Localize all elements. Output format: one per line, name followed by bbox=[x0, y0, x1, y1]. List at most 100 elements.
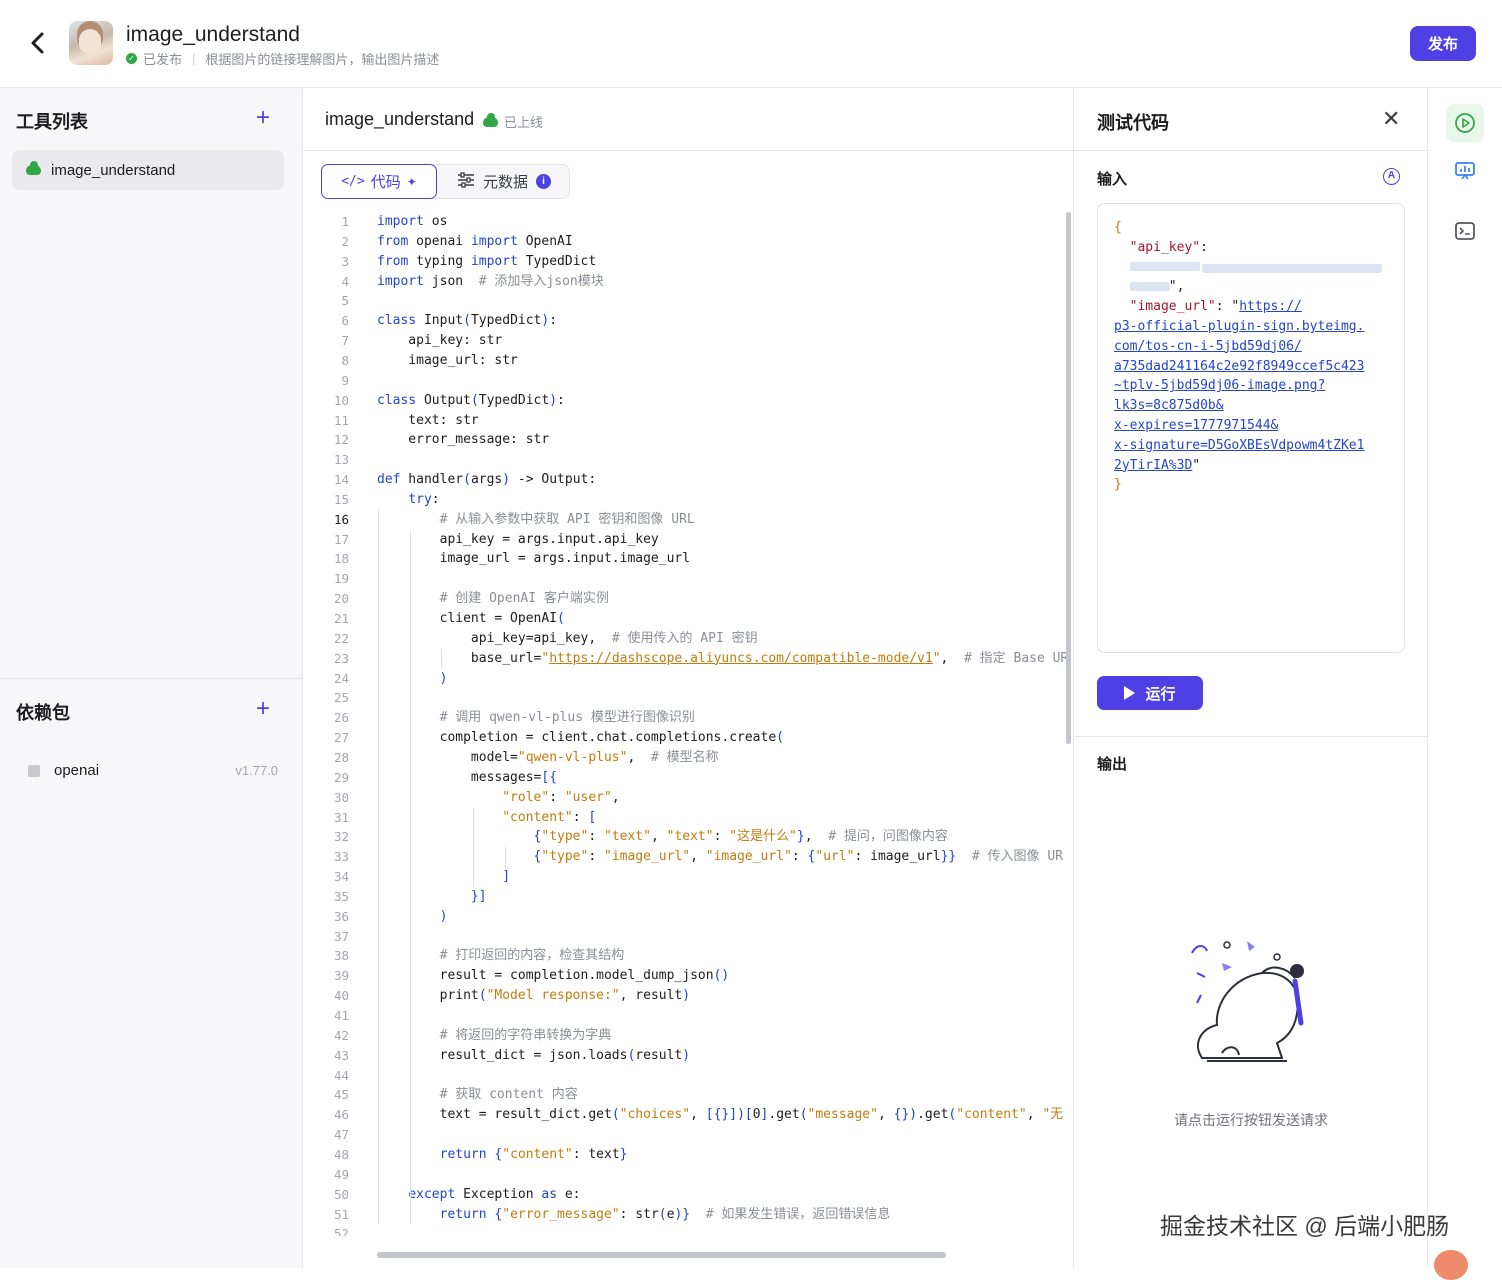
indent-guide bbox=[505, 847, 506, 868]
line-number: 28 bbox=[333, 749, 349, 765]
add-tool-plus-icon[interactable]: + bbox=[256, 106, 270, 130]
line-number: 45 bbox=[333, 1087, 349, 1103]
line-number: 15 bbox=[333, 491, 349, 507]
line-number: 1 bbox=[341, 214, 349, 229]
left-sidebar: 工具列表 + image_understand 依赖包 + openai v1.… bbox=[0, 88, 303, 1268]
code-line: model="qwen-vl-plus", # 模型名称 bbox=[377, 749, 719, 765]
line-number: 5 bbox=[341, 293, 349, 309]
back-arrow-icon[interactable] bbox=[26, 30, 50, 56]
json-line: x-expires=1777971544& bbox=[1114, 418, 1279, 433]
code-line: text = result_dict.get("choices", [{}])[… bbox=[377, 1107, 1064, 1123]
add-dependency-plus-icon[interactable]: + bbox=[256, 697, 270, 721]
line-number: 51 bbox=[333, 1206, 349, 1222]
close-icon[interactable]: ✕ bbox=[1382, 106, 1400, 132]
json-line: "api_key": bbox=[1129, 239, 1208, 255]
package-icon bbox=[28, 764, 40, 777]
code-line: # 从输入参数中获取 API 密钥和图像 URL bbox=[439, 511, 695, 527]
code-line: {"type": "image_url", "image_url": {"url… bbox=[533, 849, 1064, 865]
tool-item-image-understand[interactable]: image_understand bbox=[12, 150, 284, 190]
plugin-avatar bbox=[69, 21, 113, 65]
editor-header: image_understand 已上线 bbox=[303, 88, 1073, 151]
terminal-icon[interactable] bbox=[1446, 212, 1484, 250]
online-status-label: 已上线 bbox=[504, 115, 544, 130]
code-editor-panel: image_understand 已上线 </> 代码 ✦ 元数据 i 1 imp… bbox=[303, 88, 1073, 1268]
dependency-item-openai[interactable]: openai v1.77.0 bbox=[28, 762, 278, 779]
line-number: 32 bbox=[333, 829, 349, 845]
code-line: # 创建 OpenAI 客户端实例 bbox=[439, 591, 609, 607]
plugin-description: 根据图片的链接理解图片，输出图片描述 bbox=[205, 52, 440, 67]
top-header: image_understand ✓ 已发布 | 根据图片的链接理解图片，输出图… bbox=[0, 0, 1502, 88]
json-line: { bbox=[1114, 220, 1122, 235]
cloud-online-icon bbox=[483, 112, 498, 127]
line-number: 30 bbox=[333, 789, 349, 805]
editor-tabs: </> 代码 ✦ 元数据 i bbox=[321, 164, 570, 199]
panel-divider bbox=[1074, 736, 1428, 737]
deps-title: 依赖包 bbox=[16, 703, 70, 723]
publish-status: 已发布 bbox=[143, 52, 183, 67]
test-panel-header: 测试代码 ✕ bbox=[1074, 88, 1428, 151]
code-line: text: str bbox=[377, 412, 479, 428]
json-line: com/tos-cn-i-5jbd59dj06/ bbox=[1114, 338, 1302, 354]
indent-guide bbox=[441, 648, 442, 669]
indent-guide bbox=[378, 509, 379, 1225]
monitor-chart-icon[interactable] bbox=[1446, 152, 1484, 190]
info-icon: i bbox=[536, 174, 551, 189]
dependency-version: v1.77.0 bbox=[235, 763, 278, 778]
line-number: 17 bbox=[333, 531, 349, 547]
code-line: api_key=api_key, # 使用传入的 API 密钥 bbox=[377, 630, 758, 646]
code-line: base_url="https://dashscope.aliyuncs.com… bbox=[377, 650, 1069, 666]
code-line: print("Model response:", result) bbox=[377, 988, 691, 1004]
code-area[interactable]: 1 import os 2 from openai import OpenAI 3 fro… bbox=[303, 208, 1069, 1236]
line-number: 20 bbox=[333, 591, 349, 607]
code-line: "role": "user", bbox=[502, 789, 620, 805]
line-number: 31 bbox=[333, 809, 349, 825]
code-line: return {"error_message": str(e)} # 如果发生错… bbox=[439, 1206, 891, 1222]
line-number: 44 bbox=[333, 1067, 349, 1083]
run-button[interactable]: 运行 bbox=[1097, 676, 1203, 710]
line-number: 49 bbox=[333, 1166, 349, 1182]
code-line: api_key = args.input.api_key bbox=[377, 531, 659, 547]
test-panel: 测试代码 ✕ 输入 A { "api_key": ", "image_url":… bbox=[1073, 88, 1428, 1268]
json-line: x-signature=D5GoXBEsVdpowm4tZKe1 bbox=[1114, 437, 1365, 453]
horizontal-scrollbar[interactable] bbox=[377, 1252, 946, 1258]
code-line: class Output(TypedDict): bbox=[377, 392, 565, 408]
code-line: def handler(args) -> Output: bbox=[377, 472, 597, 488]
line-number: 41 bbox=[333, 1008, 349, 1023]
tab-code[interactable]: </> 代码 ✦ bbox=[321, 164, 437, 199]
code-line: import os bbox=[377, 214, 448, 229]
editor-title: image_understand bbox=[325, 109, 475, 129]
line-number: 9 bbox=[341, 372, 349, 388]
divider: | bbox=[192, 51, 196, 66]
line-number: 42 bbox=[333, 1027, 349, 1043]
code-line: image_url = args.input.image_url bbox=[377, 551, 691, 567]
tab-metadata[interactable]: 元数据 i bbox=[438, 165, 570, 198]
publish-button[interactable]: 发布 bbox=[1410, 26, 1476, 61]
code-line: completion = client.chat.completions.cre… bbox=[377, 730, 784, 746]
json-line: } bbox=[1114, 477, 1122, 493]
code-line: # 将返回的字符串转换为字典 bbox=[439, 1027, 612, 1043]
line-number: 35 bbox=[333, 888, 349, 904]
run-label: 运行 bbox=[1145, 685, 1176, 703]
line-number: 50 bbox=[333, 1186, 349, 1202]
empty-state-illustration bbox=[1177, 933, 1327, 1073]
line-number: 8 bbox=[341, 352, 349, 368]
line-number: 38 bbox=[333, 948, 349, 964]
line-number: 33 bbox=[333, 849, 349, 865]
watermark: 掘金技术社区 @ 后端小肥肠 bbox=[1160, 1213, 1450, 1239]
line-number: 2 bbox=[341, 233, 349, 249]
sidebar-divider bbox=[0, 678, 303, 679]
code-line: error_message: str bbox=[377, 432, 550, 448]
vertical-scrollbar[interactable] bbox=[1066, 212, 1071, 744]
line-number: 39 bbox=[333, 968, 349, 984]
line-number: 6 bbox=[341, 313, 349, 329]
tab-code-label: 代码 bbox=[370, 174, 401, 191]
tool-item-label: image_understand bbox=[51, 161, 176, 179]
assistant-avatar[interactable] bbox=[1434, 1250, 1468, 1280]
code-line: api_key: str bbox=[377, 333, 503, 349]
line-number: 40 bbox=[333, 988, 349, 1004]
run-test-icon[interactable] bbox=[1446, 104, 1484, 142]
line-number: 43 bbox=[333, 1047, 349, 1063]
json-input-editor[interactable]: { "api_key": ", "image_url": "https://p3… bbox=[1097, 203, 1405, 653]
line-number: 26 bbox=[333, 710, 349, 726]
auto-fill-icon[interactable]: A bbox=[1383, 168, 1400, 185]
